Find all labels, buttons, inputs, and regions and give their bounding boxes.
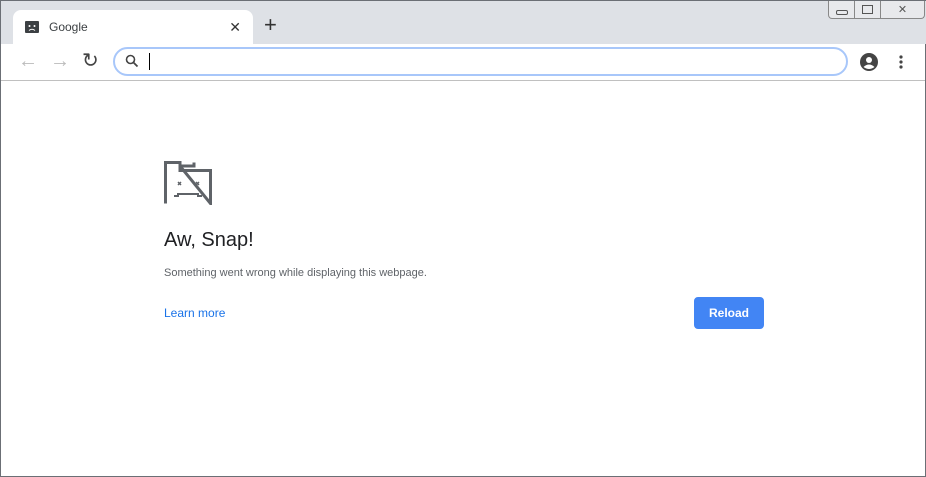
search-icon [125,54,139,68]
page-content: Aw, Snap! Something went wrong while dis… [1,81,925,476]
back-arrow-icon[interactable]: ← [18,50,38,72]
sad-folder-icon [164,161,212,205]
window-controls: ✕ [828,1,925,19]
menu-kebab-icon[interactable] [899,55,903,69]
close-tab-icon[interactable]: ✕ [229,19,241,36]
reload-icon[interactable]: ↻ [82,50,99,72]
text-caret [149,53,150,70]
learn-more-link[interactable]: Learn more [164,306,225,320]
toolbar: ← → ↻ [1,44,925,81]
new-tab-button[interactable]: + [264,13,277,37]
restore-button[interactable] [855,1,881,18]
tab-title: Google [49,20,88,34]
sad-folder-favicon-icon [25,21,39,33]
error-title: Aw, Snap! [164,229,254,251]
minimize-button[interactable] [829,1,855,18]
close-window-button[interactable]: ✕ [881,1,924,18]
title-bar: Google ✕ + ✕ [1,1,926,44]
error-message: Something went wrong while displaying th… [164,267,427,279]
reload-button[interactable]: Reload [694,297,764,329]
tab-google[interactable]: Google ✕ [13,10,253,44]
forward-arrow-icon[interactable]: → [50,50,70,72]
omnibox-input[interactable] [113,47,848,76]
profile-avatar-icon[interactable] [860,53,878,71]
